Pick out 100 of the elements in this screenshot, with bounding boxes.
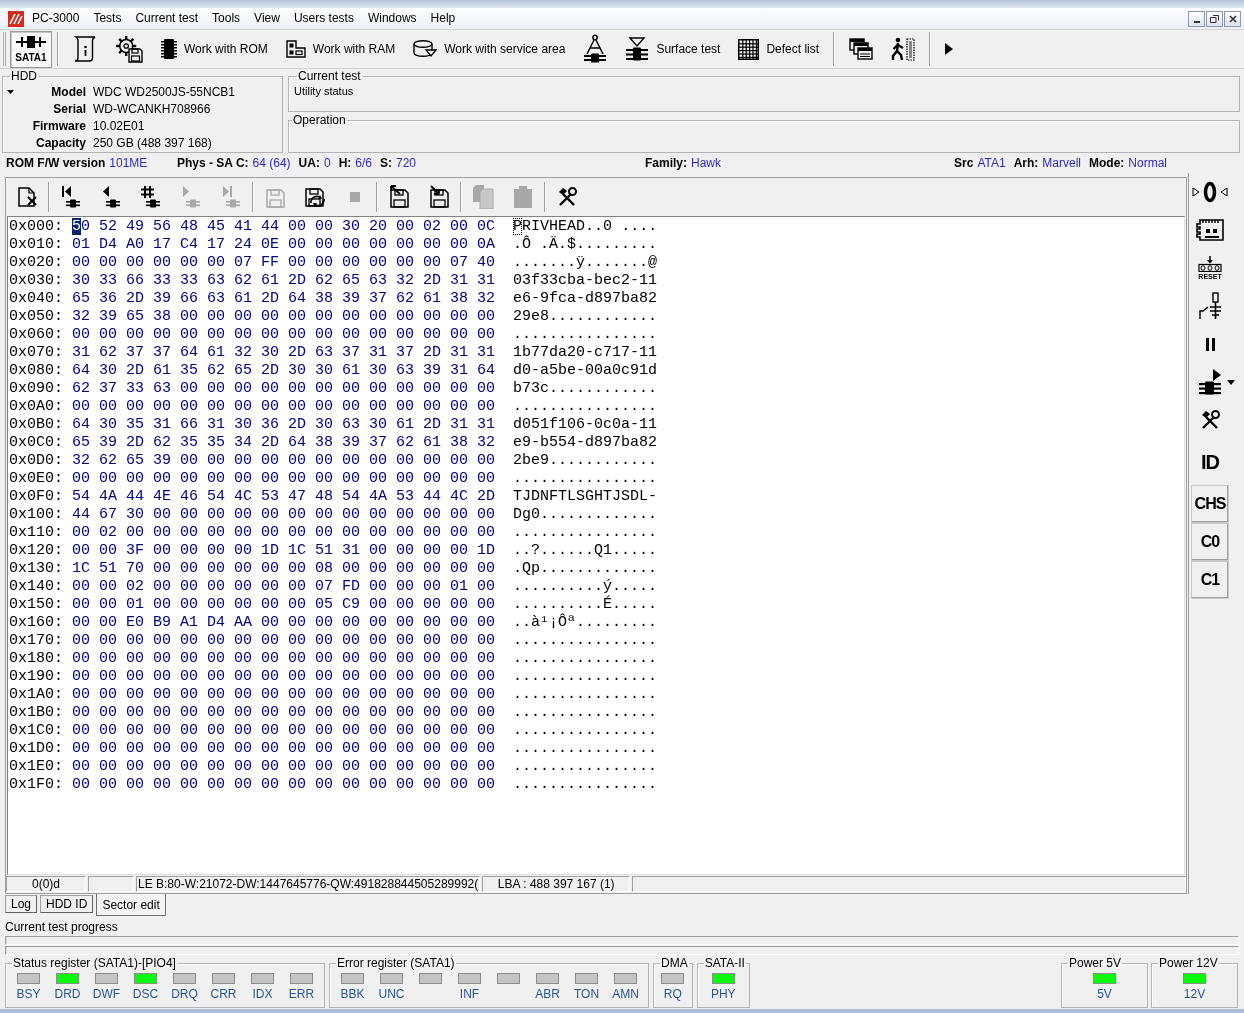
ascii-text: ................ xyxy=(513,740,658,758)
mode-button[interactable]: C0 xyxy=(1191,523,1229,561)
hex-offset: 0x160: xyxy=(9,614,64,632)
hex-bytes: 31 62 37 37 64 61 32 30 2D 63 37 31 37 2D 31 31 xyxy=(72,344,496,362)
group-title: HDD xyxy=(10,69,38,83)
toolbar-button[interactable]: Surface test xyxy=(616,31,730,67)
led-label: TON xyxy=(573,987,600,1001)
info-value: ATA1 xyxy=(977,155,1006,172)
group-title: Power 5V xyxy=(1068,956,1123,970)
hex-offset: 0x140: xyxy=(9,578,64,596)
menu-item[interactable]: Tools xyxy=(205,9,248,28)
hex-bytes: 00 00 E0 B9 A1 D4 AA 00 00 00 00 00 00 00 00 00 xyxy=(72,614,496,632)
field-value: WDC WD2500JS-55NCB1 xyxy=(93,84,236,101)
hex-offset: 0x030: xyxy=(9,272,64,290)
menu-item[interactable]: View xyxy=(247,9,287,28)
status-cell: LBA : 488 397 167 (1) xyxy=(482,876,631,892)
stacked-windows-icon xyxy=(849,38,874,60)
ascii-text: TJDNFTLSGHTJSDL- xyxy=(513,488,658,506)
step-back-icon xyxy=(100,185,122,209)
ascii-text: Dg0............. xyxy=(513,506,658,524)
scroll-info-icon xyxy=(73,35,97,63)
restore-button[interactable] xyxy=(1206,10,1223,27)
menu-item[interactable]: Current test xyxy=(128,9,206,28)
status-cell: 0(0)d xyxy=(6,876,86,892)
hex-bytes: 00 00 00 00 00 00 00 00 00 00 00 00 00 00 00 00 xyxy=(72,740,496,758)
group-title: DMA xyxy=(660,956,689,970)
hex-offset: 0x170: xyxy=(9,632,64,650)
hex-offset: 0x080: xyxy=(9,362,64,380)
info-value: 101ME xyxy=(109,155,148,172)
ascii-text: ................ xyxy=(513,632,658,650)
hex-bytes: 65 39 2D 62 35 35 34 2D 64 38 39 37 62 61 38 32 xyxy=(72,434,496,452)
play-icon xyxy=(945,43,954,55)
memory-board-icon xyxy=(285,39,306,59)
tab[interactable]: HDD ID xyxy=(40,895,94,913)
tab[interactable]: Sector edit xyxy=(96,894,166,916)
toolbar-button[interactable]: Work with ROM xyxy=(152,31,277,67)
ascii-text: ................ xyxy=(513,398,658,416)
progress-label: Current test progress xyxy=(5,920,119,935)
group-title: Current test xyxy=(297,69,362,83)
hex-offset: 0x040: xyxy=(9,290,64,308)
id-button[interactable]: ID xyxy=(1191,439,1229,485)
menu-item[interactable]: Windows xyxy=(360,9,424,28)
ascii-text: ..à¹¡Ôª......... xyxy=(513,614,658,632)
info-value: Normal xyxy=(1128,155,1167,172)
hex-offset: 0x110: xyxy=(9,524,64,542)
hex-bytes: 30 33 66 33 33 63 62 61 2D 62 65 63 32 2D 31 31 xyxy=(72,272,496,290)
field-label: Serial xyxy=(52,101,86,118)
close-icon xyxy=(1228,14,1237,23)
hex-offset: 0x1B0: xyxy=(9,704,64,722)
hex-offset: 0x1A0: xyxy=(9,686,64,704)
copy-icon xyxy=(472,185,494,209)
info-value: 6/6 xyxy=(355,155,372,172)
info-label: H: xyxy=(338,155,352,172)
close-button[interactable] xyxy=(1224,10,1241,27)
circuit-board-icon xyxy=(1196,219,1224,241)
stop-icon xyxy=(350,192,360,202)
port-button[interactable]: SATA1 xyxy=(10,30,52,68)
info-label: UA: xyxy=(298,155,320,172)
hex-bytes: 54 4A 44 4E 46 54 4C 53 47 48 54 4A 53 44 4C 2D xyxy=(72,488,496,506)
hex-bytes: 00 00 00 00 00 00 00 00 00 00 00 00 00 00 00 00 xyxy=(72,704,496,722)
ascii-text: e9-b554-d897ba82 xyxy=(513,434,658,452)
led-label: ABR xyxy=(535,987,560,1001)
group-title: SATA-II xyxy=(703,956,746,970)
ascii-text: 1b77da20-c717-11 xyxy=(513,344,658,362)
toolbar-button[interactable]: Defect list xyxy=(729,31,829,67)
hex-bytes: 32 62 65 39 00 00 00 00 00 00 00 00 00 00 00 00 xyxy=(72,452,496,470)
hex-bytes: 00 00 02 00 00 00 00 00 00 07 FD 00 00 00 01 00 xyxy=(72,578,496,596)
info-value: 0 xyxy=(323,155,331,172)
led-label: BSY xyxy=(16,987,41,1001)
cylinder-arrow-icon xyxy=(413,39,438,59)
tab[interactable]: Log xyxy=(5,895,38,913)
group-title: Error register (SATA1) xyxy=(336,956,456,970)
grid-icon xyxy=(738,38,760,60)
mode-button[interactable]: CHS xyxy=(1191,485,1229,523)
toolbar-button[interactable]: Work with service area xyxy=(404,31,575,67)
led-label: INF xyxy=(459,987,480,1001)
minimize-icon xyxy=(1193,20,1200,23)
ascii-text: d0-a5be-00a0c91d xyxy=(513,362,658,380)
menu-item[interactable]: Help xyxy=(423,9,463,28)
toolbar-button[interactable]: Work with RAM xyxy=(276,31,405,67)
led-label: PHY xyxy=(710,987,736,1001)
ascii-text: ..?......Q1..... xyxy=(513,542,658,560)
mode-button[interactable]: C1 xyxy=(1191,561,1229,599)
group-title: Power 12V xyxy=(1158,956,1219,970)
step-forward-icon xyxy=(180,185,202,209)
hex-offset: 0x120: xyxy=(9,542,64,560)
floppy-in-icon xyxy=(427,185,451,209)
minimize-button[interactable] xyxy=(1188,10,1205,27)
menu-item[interactable]: Tests xyxy=(86,9,129,28)
zero-arrows-icon xyxy=(1192,181,1228,203)
floppy-out-icon xyxy=(387,185,411,209)
hex-bytes: 00 00 01 00 00 00 00 00 00 05 C9 00 00 00 00 00 xyxy=(72,596,496,614)
menu-item[interactable]: Users tests xyxy=(286,9,361,28)
hex-offset: 0x0A0: xyxy=(9,398,64,416)
ascii-text: ................ xyxy=(513,686,658,704)
chip-icon xyxy=(161,38,177,60)
info-value: Hawk xyxy=(691,155,722,172)
ascii-text: 29e8............ xyxy=(513,308,658,326)
menu-item[interactable]: PC-3000 xyxy=(25,9,87,28)
hex-offset: 0x0B0: xyxy=(9,416,64,434)
